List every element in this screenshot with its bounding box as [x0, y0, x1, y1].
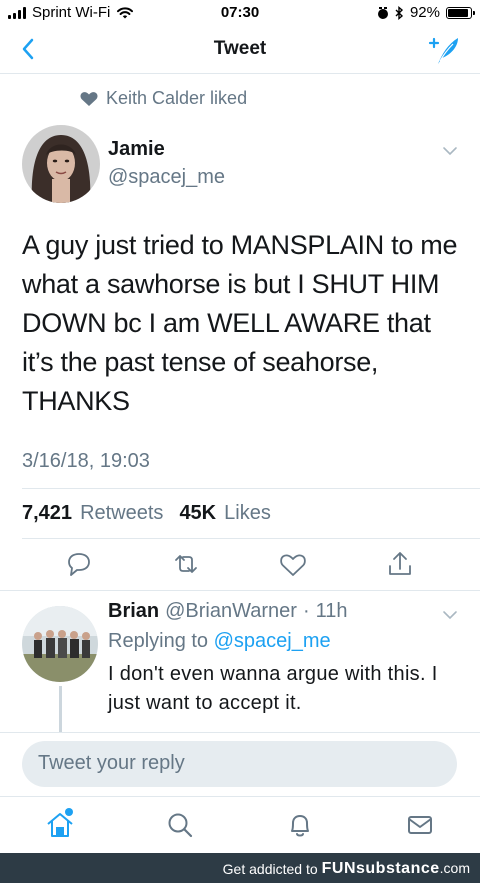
status-bar: Sprint Wi-Fi 07:30 92% [0, 0, 480, 26]
divider [22, 538, 480, 539]
reply-separator: · [302, 600, 310, 622]
reply-time: 11h [315, 600, 348, 622]
heart-icon [80, 91, 98, 106]
watermark-brand-name: FUNsubstance [321, 860, 440, 877]
replying-to: Replying to @spacej_me [108, 630, 331, 653]
retweets-label[interactable]: Retweets [80, 502, 163, 525]
author-avatar[interactable] [22, 125, 100, 203]
watermark-brand: FUNsubstance.com [322, 860, 470, 878]
share-icon[interactable] [384, 548, 416, 580]
author-name[interactable]: Jamie [108, 138, 165, 161]
thread-line [59, 686, 62, 736]
reply-header: Brian @BrianWarner · 11h [108, 600, 348, 623]
alarm-icon [377, 6, 388, 19]
compose-tweet-icon[interactable] [426, 32, 462, 68]
tab-bar [0, 796, 480, 853]
battery-level [448, 8, 469, 17]
tweet-text: A guy just tried to MANSPLAIN to me what… [22, 230, 458, 416]
chevron-down-icon[interactable] [440, 142, 460, 160]
watermark-domain: .com [439, 860, 470, 876]
retweet-icon[interactable] [170, 548, 202, 580]
watermark-text: Get addicted to FUNsubstance.com [223, 860, 470, 878]
navigation-bar: Tweet [0, 26, 480, 74]
retweets-count[interactable]: 7,421 [22, 502, 72, 525]
likes-label[interactable]: Likes [224, 502, 271, 525]
notifications-icon[interactable] [284, 809, 316, 841]
messages-icon[interactable] [404, 809, 436, 841]
author-handle[interactable]: @spacej_me [108, 166, 225, 189]
chevron-down-icon[interactable] [440, 606, 460, 624]
tweet-stats: 7,421 Retweets 45K Likes [22, 502, 279, 525]
replying-prefix: Replying to [108, 630, 209, 652]
section-divider [0, 590, 480, 591]
reply-text: I don't even wanna argue with this. I ju… [108, 663, 438, 714]
bluetooth-icon [395, 5, 404, 20]
likes-count[interactable]: 45K [179, 502, 216, 525]
reply-input[interactable]: Tweet your reply [22, 741, 457, 787]
social-context-text: Keith Calder liked [106, 88, 248, 108]
reply-author-handle[interactable]: @BrianWarner [165, 600, 297, 623]
reply-author-name[interactable]: Brian [108, 600, 159, 623]
status-right: 92% [377, 4, 475, 21]
new-content-indicator [65, 808, 73, 816]
reply-icon[interactable] [63, 548, 95, 580]
battery-icon [446, 6, 475, 19]
replying-mention[interactable]: @spacej_me [214, 630, 331, 652]
divider [22, 488, 480, 489]
search-icon[interactable] [164, 809, 196, 841]
tweet-timestamp: 3/16/18, 19:03 [22, 450, 150, 472]
watermark-prefix: Get addicted to [222, 861, 318, 877]
like-icon[interactable] [277, 548, 309, 580]
reply-avatar[interactable] [22, 606, 98, 682]
watermark-footer: Get addicted to FUNsubstance.com [0, 853, 480, 883]
page-title: Tweet [213, 38, 267, 59]
tweet-actions [0, 548, 480, 584]
battery-percent: 92% [409, 4, 440, 21]
social-context[interactable]: Keith Calder liked [80, 88, 247, 109]
